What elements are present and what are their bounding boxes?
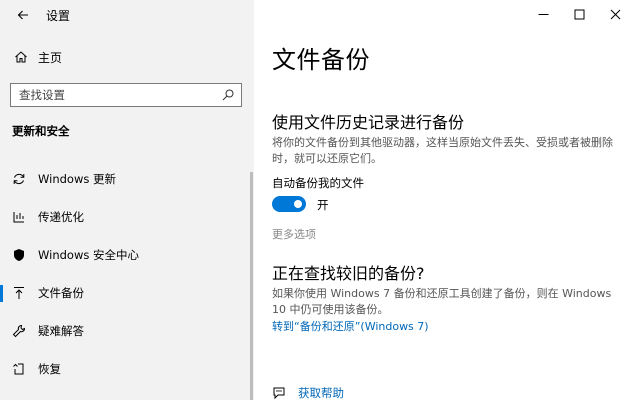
section-header: 更新和安全	[12, 124, 70, 138]
back-button[interactable]	[6, 0, 40, 30]
maximize-icon	[574, 9, 584, 19]
sidebar-item-label: 疑难解答	[38, 324, 84, 338]
search-icon	[222, 89, 234, 101]
app-title: 设置	[46, 8, 71, 23]
close-icon	[610, 9, 620, 19]
toggle-state-label: 开	[317, 198, 329, 212]
sidebar-item-windows-security[interactable]: Windows 安全中心	[0, 236, 250, 274]
title-bar: 设置	[0, 0, 254, 30]
delivery-optimization-icon	[12, 210, 26, 224]
sidebar-item-label: 主页	[38, 50, 63, 65]
shield-icon	[12, 248, 26, 262]
get-help-label: 获取帮助	[298, 386, 344, 400]
section-description-history: 将你的文件备份到其他驱动器，这样当原始文件丢失、受损或者被删除时，就可以还原它们…	[272, 136, 613, 165]
maximize-button[interactable]	[561, 0, 597, 28]
sidebar-scrollbar[interactable]	[250, 172, 253, 400]
back-arrow-icon	[17, 10, 28, 20]
main-content: 文件备份 使用文件历史记录进行备份 将你的文件备份到其他驱动器，这样当原始文件丢…	[254, 0, 633, 400]
search-placeholder: 查找设置	[19, 88, 65, 102]
auto-backup-toggle[interactable]	[272, 196, 306, 212]
window-controls	[525, 0, 633, 28]
minimize-button[interactable]	[525, 0, 561, 28]
sidebar-item-recovery[interactable]: 恢复	[0, 350, 250, 388]
sidebar-nav: Windows 更新 传递优化 Windows 安全中心 文件备份 疑难解答 恢…	[0, 160, 250, 388]
minimize-icon	[538, 13, 548, 15]
sidebar-item-label: 文件备份	[38, 286, 84, 300]
backup-arrow-icon	[12, 286, 26, 300]
auto-backup-label: 自动备份我的文件	[272, 176, 364, 190]
toggle-knob	[294, 200, 302, 208]
page-title: 文件备份	[272, 46, 370, 74]
sidebar-item-home[interactable]: 主页	[0, 46, 254, 68]
more-options-link[interactable]: 更多选项	[272, 226, 316, 242]
refresh-icon	[12, 172, 26, 186]
sidebar-item-file-backup[interactable]: 文件备份	[0, 274, 250, 312]
sidebar-item-label: 传递优化	[38, 210, 84, 224]
chat-help-icon	[273, 387, 285, 400]
sidebar-item-label: Windows 安全中心	[38, 248, 139, 262]
recovery-icon	[12, 362, 26, 376]
sidebar-item-delivery-optimization[interactable]: 传递优化	[0, 198, 250, 236]
section-heading-history: 使用文件历史记录进行备份	[272, 113, 465, 132]
search-input[interactable]: 查找设置	[10, 83, 242, 107]
sidebar-item-troubleshoot[interactable]: 疑难解答	[0, 312, 250, 350]
wrench-icon	[12, 324, 26, 338]
sidebar: 设置 主页 查找设置 更新和安全 Windows 更新 传递优化 Windows…	[0, 0, 254, 400]
home-icon	[15, 51, 27, 63]
sidebar-item-label: Windows 更新	[38, 172, 116, 186]
get-help-link[interactable]: 获取帮助	[272, 385, 344, 400]
backup-restore-link[interactable]: 转到“备份和还原”(Windows 7)	[272, 318, 429, 334]
sidebar-item-label: 恢复	[38, 362, 61, 376]
sidebar-item-windows-update[interactable]: Windows 更新	[0, 160, 250, 198]
close-button[interactable]	[597, 0, 633, 28]
section-heading-older: 正在查找较旧的备份?	[272, 264, 425, 283]
section-description-older: 如果你使用 Windows 7 备份和还原工具创建了备份，则在 Windows …	[272, 287, 612, 316]
